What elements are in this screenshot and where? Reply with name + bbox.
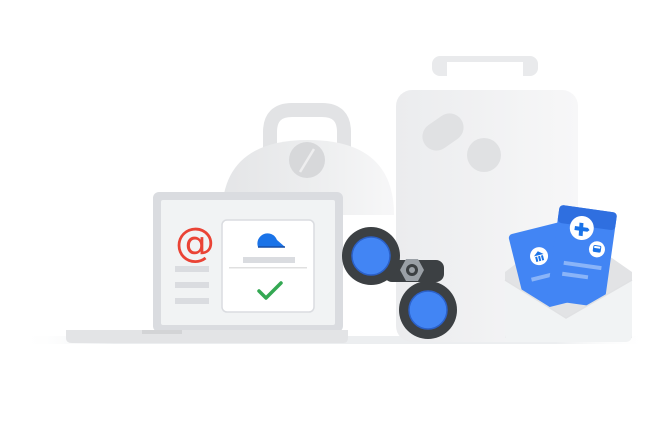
card-divider (229, 267, 307, 269)
bus-icon (592, 244, 602, 253)
email-at-icon: @ (175, 220, 215, 266)
card-line-1 (243, 257, 295, 263)
laptop-icon: @ (66, 192, 348, 343)
travel-illustration: @ (20, 56, 650, 344)
laptop-base (66, 330, 348, 343)
suitcase-sticker (467, 138, 501, 172)
sidebar-lines (175, 266, 209, 304)
